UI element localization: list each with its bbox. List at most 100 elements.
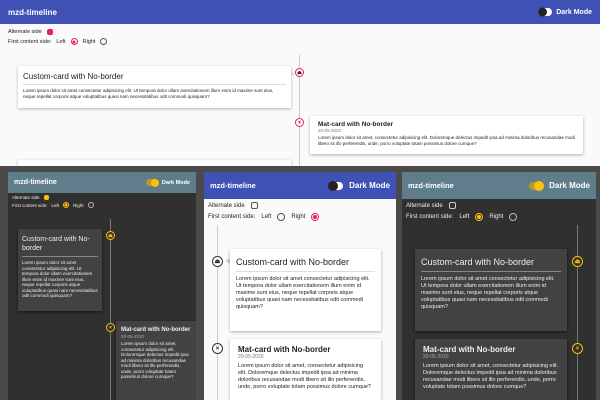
- mat-card-body: Lorem ipsum dolor sit amet, consectetur …: [121, 341, 189, 379]
- eject-icon[interactable]: ⏏: [106, 231, 115, 240]
- mat-card-body: Lorem ipsum dolor sit amet, consectetur …: [318, 135, 575, 146]
- next-card-partial[interactable]: [18, 160, 291, 166]
- right-radio-label: Right: [73, 202, 84, 208]
- eject-icon[interactable]: ⏏: [295, 68, 304, 77]
- app-toolbar: mzd-timeline Dark Mode: [204, 172, 396, 199]
- toggle-knob[interactable]: [150, 178, 159, 187]
- mat-card-date: 20-05-2020: [121, 334, 145, 339]
- left-radio[interactable]: [277, 213, 286, 221]
- right-radio-label: Right: [489, 214, 504, 220]
- card-divider: [421, 271, 561, 272]
- dark-mode-toggle[interactable]: Dark Mode: [538, 7, 592, 17]
- app-toolbar: mzd-timeline Dark Mode: [8, 172, 196, 193]
- app-title: mzd-timeline: [14, 179, 57, 186]
- custom-card-title: Custom-card with No-border: [236, 257, 350, 267]
- left-radio[interactable]: [63, 202, 70, 208]
- alternate-side-checkbox[interactable]: [448, 202, 456, 209]
- left-radio-label: Left: [51, 202, 60, 208]
- custom-card-body: Lorem ipsum dolor sit amet consectetur a…: [421, 276, 555, 310]
- mat-card-date: 20-05-2020: [423, 354, 449, 360]
- alternate-side-checkbox[interactable]: [43, 195, 49, 200]
- custom-card-title: Custom-card with No-border: [23, 72, 124, 81]
- dark-mode-label: Dark Mode: [556, 8, 592, 16]
- close-circle-icon[interactable]: ×: [295, 118, 304, 127]
- custom-card-body: Lorem ipsum dolor sit amet consectetur a…: [236, 276, 370, 310]
- left-radio-label: Left: [261, 214, 272, 220]
- mat-card-title: Mat-card with No-border: [238, 345, 331, 354]
- toggle-track[interactable]: [538, 7, 553, 17]
- mat-card-body: Lorem ipsum dolor sit amet, consectetur …: [423, 363, 559, 390]
- dark-mode-toggle[interactable]: Dark Mode: [145, 178, 190, 187]
- dark-mode-label: Dark Mode: [549, 181, 590, 190]
- app-title: mzd-timeline: [210, 181, 256, 190]
- card-pointer-arrow: [226, 258, 230, 264]
- left-radio[interactable]: [475, 213, 484, 221]
- close-circle-icon[interactable]: ×: [212, 343, 223, 354]
- timeline-options: Alternate side First content side: Left …: [406, 202, 518, 225]
- left-radio-label: Left: [56, 38, 66, 45]
- right-radio[interactable]: [509, 213, 518, 221]
- app-toolbar: mzd-timeline Dark Mode: [0, 0, 600, 24]
- dark-mode-label: Dark Mode: [161, 179, 190, 186]
- first-content-side-label: First content side:: [12, 202, 48, 208]
- toggle-track[interactable]: [529, 180, 545, 191]
- toggle-track[interactable]: [328, 180, 344, 191]
- alternate-side-checkbox[interactable]: [250, 202, 258, 209]
- right-radio[interactable]: [87, 202, 94, 208]
- demo-panel-dark-alternate: mzd-timeline Dark Mode Alternate side Fi…: [8, 172, 196, 400]
- custom-card-title: Custom-card with No-border: [22, 236, 90, 252]
- mat-card[interactable]: Mat-card with No-border 20-05-2020 Lorem…: [230, 339, 381, 400]
- app-title: mzd-timeline: [8, 7, 57, 17]
- custom-card[interactable]: Custom-card with No-border Lorem ipsum d…: [230, 249, 381, 331]
- timeline-options: Alternate side First content side: Left …: [208, 202, 320, 225]
- app-toolbar: mzd-timeline Dark Mode: [402, 172, 596, 199]
- custom-card[interactable]: Custom-card with No-border Lorem ipsum d…: [18, 229, 102, 311]
- timeline-line: [217, 225, 218, 400]
- mat-card[interactable]: Mat-card with No-border 20-05-2020 Lorem…: [310, 116, 583, 154]
- custom-card[interactable]: Custom-card with No-border Lorem ipsum d…: [18, 66, 291, 108]
- timeline-line: [110, 219, 111, 400]
- dark-mode-toggle[interactable]: Dark Mode: [529, 180, 590, 191]
- first-content-side-label: First content side:: [406, 214, 454, 220]
- first-content-side-option: First content side: Left Right: [12, 202, 94, 208]
- close-circle-icon[interactable]: ×: [572, 343, 583, 354]
- close-circle-icon[interactable]: ×: [106, 323, 115, 332]
- mat-card[interactable]: Mat-card with No-border 20-05-2020 Lorem…: [415, 339, 567, 400]
- custom-card[interactable]: Custom-card with No-border Lorem ipsum d…: [415, 249, 567, 331]
- eject-icon[interactable]: ⏏: [572, 256, 583, 267]
- eject-icon[interactable]: ⏏: [212, 256, 223, 267]
- card-divider: [22, 256, 98, 257]
- demo-panel-dark-single: mzd-timeline Dark Mode Alternate side Fi…: [402, 172, 596, 400]
- left-radio-label: Left: [459, 214, 470, 220]
- first-content-side-option: First content side: Left Right: [8, 38, 108, 45]
- toggle-knob[interactable]: [534, 180, 545, 191]
- app-title: mzd-timeline: [408, 181, 454, 190]
- alternate-side-label: Alternate side: [8, 29, 42, 35]
- left-radio[interactable]: [70, 38, 78, 45]
- alternate-side-option: Alternate side: [8, 29, 107, 35]
- custom-card-body: Lorem ipsum dolor sit amet consectetur a…: [23, 88, 274, 99]
- demo-panel-light-single: mzd-timeline Dark Mode Alternate side Fi…: [204, 172, 396, 400]
- toggle-track[interactable]: [145, 178, 159, 187]
- mat-card-title: Mat-card with No-border: [121, 327, 191, 333]
- toggle-knob[interactable]: [328, 180, 339, 191]
- dark-mode-label: Dark Mode: [349, 181, 390, 190]
- timeline-options: Alternate side First content side: Left …: [12, 195, 94, 210]
- timeline-line: [577, 225, 578, 400]
- timeline-options: Alternate side First content side: Left …: [8, 29, 108, 48]
- alternate-side-checkbox[interactable]: [46, 29, 53, 35]
- first-content-side-label: First content side:: [208, 214, 256, 220]
- first-content-side-option: First content side: Left Right: [208, 213, 320, 221]
- mat-card-title: Mat-card with No-border: [423, 345, 516, 354]
- first-content-side-option: First content side: Left Right: [406, 213, 518, 221]
- mat-card-date: 20-05-2020: [238, 354, 264, 360]
- card-divider: [23, 84, 286, 85]
- dark-mode-toggle[interactable]: Dark Mode: [328, 180, 390, 191]
- alternate-side-option: Alternate side: [208, 202, 319, 209]
- toggle-knob[interactable]: [538, 7, 548, 17]
- demo-panel-light-alternate: mzd-timeline Dark Mode Alternate side Fi…: [0, 0, 600, 166]
- mat-card[interactable]: Mat-card with No-border 20-05-2020 Lorem…: [116, 321, 196, 400]
- right-radio[interactable]: [311, 213, 320, 221]
- right-radio[interactable]: [100, 38, 108, 45]
- custom-card-body: Lorem ipsum dolor sit amet consectetur a…: [22, 260, 98, 298]
